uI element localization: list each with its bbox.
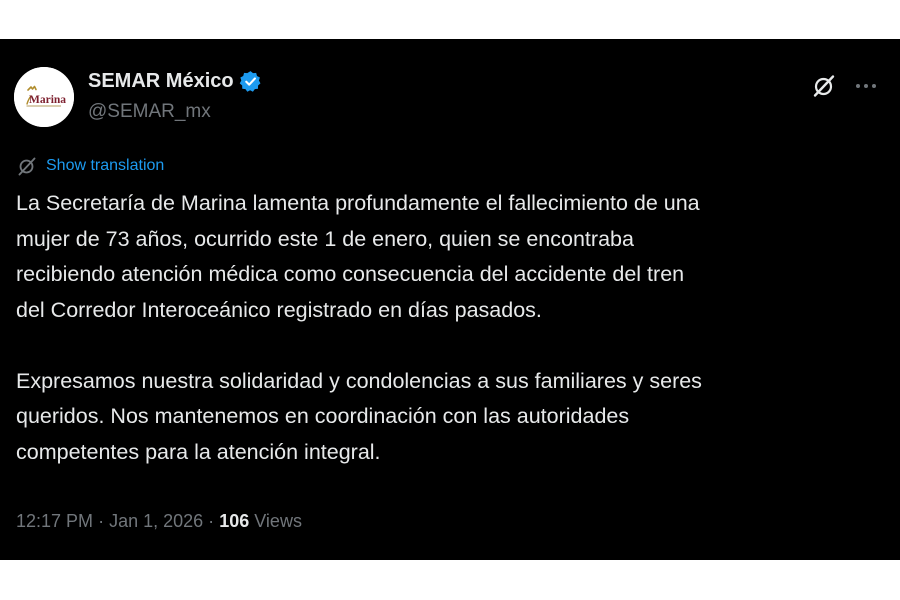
tweet-text-line: queridos. Nos mantenemos en coordinación…	[16, 404, 630, 428]
tweet-card: Marina SEMAR México @SEMAR_mx Show trans…	[0, 39, 900, 560]
show-translation-link[interactable]: Show translation	[46, 155, 164, 177]
author-handle[interactable]: @SEMAR_mx	[88, 100, 211, 124]
avatar-logo-text: Marina	[29, 94, 66, 106]
tweet-text-line: Expresamos nuestra solidaridad y condole…	[16, 368, 702, 393]
tweet-date: Jan 1, 2026	[109, 511, 204, 531]
meta-separator: ·	[208, 511, 215, 531]
tweet-text-line: del Corredor Interoceánico registrado en…	[16, 297, 542, 322]
verified-badge-icon[interactable]	[239, 70, 262, 93]
tweet-body: La Secretaría de Marina lamenta profunda…	[16, 186, 876, 470]
tweet-time: 12:17 PM	[16, 511, 94, 531]
semar-logo-icon: Marina	[14, 67, 74, 127]
tweet-text-line: mujer de 73 años, ocurrido este 1 de ene…	[16, 226, 634, 251]
grok-icon	[813, 75, 835, 97]
tweet-meta: 12:17 PM · Jan 1, 2026 · 106 Views	[16, 509, 302, 533]
views-count: 106	[219, 511, 250, 531]
tweet-text-line: competentes para la atención integral.	[16, 439, 381, 464]
author-name-row: SEMAR México	[88, 68, 262, 94]
views-label: Views	[254, 511, 302, 531]
more-options-icon	[856, 84, 876, 88]
tweet-text-line: recibiendo atención médica como consecue…	[16, 262, 685, 286]
avatar[interactable]: Marina	[14, 67, 74, 127]
author-display-name[interactable]: SEMAR México	[88, 68, 234, 94]
translate-icon	[18, 157, 36, 176]
more-options-button[interactable]	[848, 70, 884, 102]
tweet-text-line: La Secretaría de Marina lamenta profunda…	[16, 191, 700, 215]
grok-button[interactable]	[808, 70, 840, 102]
meta-separator: ·	[98, 511, 105, 531]
show-translation-button[interactable]: Show translation	[16, 155, 164, 177]
views-link[interactable]: 106 Views	[219, 511, 302, 531]
tweet-timestamp-link[interactable]: 12:17 PM · Jan 1, 2026	[16, 511, 203, 531]
